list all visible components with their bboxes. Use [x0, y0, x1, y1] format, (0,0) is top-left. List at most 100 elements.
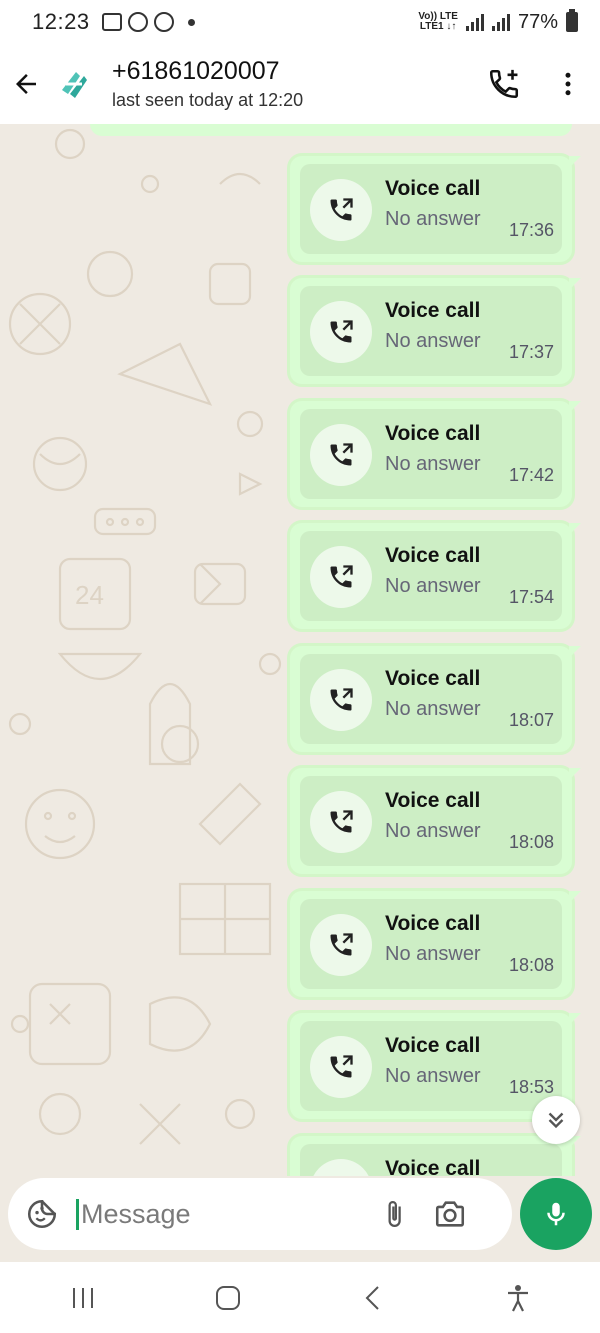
system-nav-bar: [0, 1262, 600, 1333]
missed-outgoing-call-icon: [330, 565, 353, 588]
call-message-bubble[interactable]: Voice call No answer 17:54: [290, 523, 581, 629]
call-title: Voice call: [385, 667, 481, 690]
svg-text:24: 24: [75, 580, 104, 610]
network-type-label: Vo)) LTE LTE1 ↓↑: [418, 12, 458, 32]
home-icon: [215, 1285, 240, 1310]
header-actions: [472, 52, 600, 116]
home-button[interactable]: [188, 1268, 268, 1328]
message-composer: [8, 1178, 512, 1250]
call-message-bubble[interactable]: Voice call No answer 18:53: [290, 1013, 581, 1119]
call-title: Voice call: [385, 789, 481, 812]
call-icon-circle: [310, 1036, 372, 1098]
call-status: No answer: [385, 453, 481, 475]
system-icons: Vo)) LTE LTE1 ↓↑ 77%: [418, 9, 578, 34]
more-vertical-icon: [565, 72, 571, 96]
missed-outgoing-call-icon: [330, 320, 353, 343]
call-status: No answer: [385, 208, 481, 230]
camera-button[interactable]: [422, 1182, 478, 1246]
signal-2-icon: [491, 13, 510, 31]
call-status: No answer: [385, 575, 481, 597]
call-message-bubble[interactable]: Voice call: [290, 1136, 581, 1176]
call-title: Voice call: [385, 177, 481, 200]
voice-message-button[interactable]: [520, 1178, 592, 1250]
message-time: 18:07: [508, 710, 554, 730]
call-message-bubble[interactable]: Voice call No answer 17:42: [290, 401, 581, 507]
call-icon-circle: [310, 791, 372, 853]
bubble-tail: [569, 1013, 581, 1025]
recent-apps-icon: [72, 1287, 93, 1308]
double-chevron-down-icon: [548, 1112, 564, 1129]
bubble-tail: [569, 156, 581, 168]
missed-outgoing-call-icon: [330, 1055, 353, 1078]
back-nav-button[interactable]: [333, 1268, 413, 1328]
call-status: No answer: [385, 820, 481, 842]
call-status: No answer: [385, 943, 481, 965]
call-status: No answer: [385, 330, 481, 352]
whatsapp-notification-icon: [127, 12, 148, 32]
missed-outgoing-call-icon: [330, 198, 353, 221]
chrome-notification-icon: [153, 12, 174, 32]
message-time: 17:37: [508, 342, 554, 362]
call-title: Voice call: [385, 1157, 481, 1176]
call-icon-circle: [310, 179, 372, 241]
chat-area[interactable]: 24 Voice call No answer 17:36 Voice call…: [0, 124, 600, 1176]
contact-logo-icon: [55, 65, 93, 103]
gallery-notification-icon: [101, 13, 122, 31]
call-message-bubble[interactable]: Voice call No answer 17:36: [290, 156, 581, 262]
missed-outgoing-call-icon: [330, 443, 353, 466]
bubble-tail: [569, 523, 581, 535]
partial-message-bubble[interactable]: [90, 124, 572, 136]
call-icon-circle: [310, 546, 372, 608]
sticker-smiley-icon: [27, 1199, 57, 1229]
message-input[interactable]: [76, 1198, 366, 1230]
message-time: 17:36: [508, 220, 554, 240]
message-time: 18:08: [508, 955, 554, 975]
last-seen-status: last seen today at 12:20: [112, 90, 304, 110]
missed-outgoing-call-icon: [330, 810, 353, 833]
network-label-2: LTE1 ↓↑: [419, 21, 457, 32]
chevron-left-icon: [365, 1285, 379, 1310]
call-title: Voice call: [385, 422, 481, 445]
battery-icon: [566, 9, 578, 32]
call-message-bubble[interactable]: Voice call No answer 18:07: [290, 646, 581, 752]
paperclip-icon: [388, 1201, 401, 1227]
bubble-tail: [569, 646, 581, 658]
call-icon-circle: [310, 669, 372, 731]
message-time: 17:54: [508, 587, 554, 607]
chat-header: +61861020007 last seen today at 12:20: [0, 44, 600, 124]
call-icon-circle: [310, 914, 372, 976]
call-message-bubble[interactable]: Voice call No answer 17:37: [290, 278, 581, 384]
add-call-button[interactable]: [472, 52, 536, 116]
missed-outgoing-call-icon: [330, 688, 353, 711]
bubble-tail: [569, 278, 581, 290]
call-icon-circle: [310, 301, 372, 363]
accessibility-icon: [507, 1284, 528, 1311]
recent-apps-button[interactable]: [43, 1268, 123, 1328]
arrow-left-icon: [16, 74, 36, 94]
call-message-bubble[interactable]: Voice call No answer 18:08: [290, 768, 581, 874]
sticker-button[interactable]: [10, 1182, 74, 1246]
call-status: No answer: [385, 698, 481, 720]
call-title: Voice call: [385, 544, 481, 567]
signal-1-icon: [465, 13, 484, 31]
scroll-to-bottom-button[interactable]: [532, 1096, 580, 1144]
missed-outgoing-call-icon: [330, 933, 353, 956]
bubble-tail: [569, 768, 581, 780]
battery-percent: 77%: [517, 10, 558, 33]
bubble-tail: [569, 891, 581, 903]
contact-info[interactable]: +61861020007 last seen today at 12:20: [112, 57, 303, 111]
avatar[interactable]: [54, 64, 94, 104]
more-options-button[interactable]: [536, 52, 600, 116]
call-message-bubble[interactable]: Voice call No answer 18:08: [290, 891, 581, 997]
message-time: 17:42: [508, 465, 554, 485]
message-time: 18:08: [508, 832, 554, 852]
accessibility-button[interactable]: [478, 1268, 558, 1328]
call-title: Voice call: [385, 299, 481, 322]
contact-name: +61861020007: [112, 57, 280, 85]
attach-button[interactable]: [366, 1182, 422, 1246]
message-time: 18:53: [508, 1077, 554, 1097]
call-title: Voice call: [385, 1034, 481, 1057]
call-status: No answer: [385, 1065, 481, 1087]
call-title: Voice call: [385, 912, 481, 935]
back-button[interactable]: [0, 54, 52, 114]
